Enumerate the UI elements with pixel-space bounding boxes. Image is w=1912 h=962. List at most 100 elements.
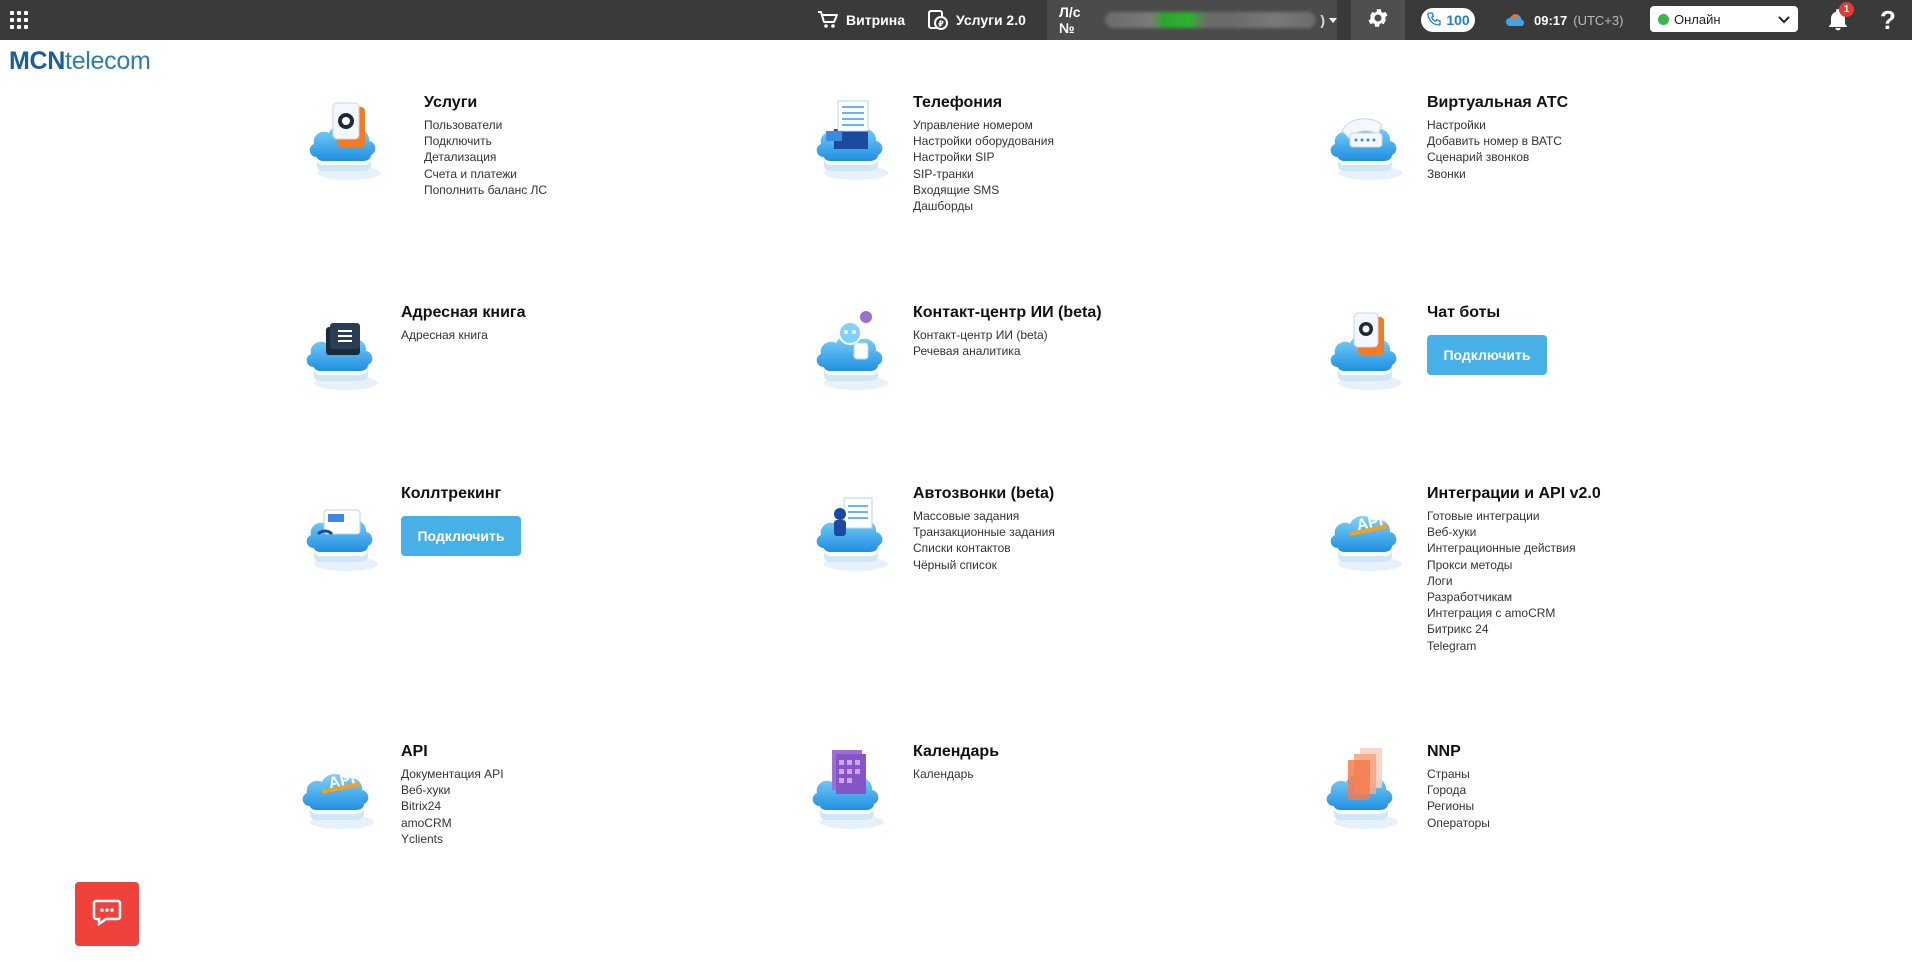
link-logs[interactable]: Логи — [1427, 573, 1601, 589]
link-integration-actions[interactable]: Интеграционные действия — [1427, 540, 1601, 556]
link-number-management[interactable]: Управление номером — [913, 117, 1054, 133]
chevron-down-icon — [1778, 12, 1790, 27]
link-topup-balance[interactable]: Пополнить баланс ЛС — [424, 182, 547, 198]
link-invoices[interactable]: Счета и платежи — [424, 166, 547, 182]
link-amocrm-integration[interactable]: Интеграция с amoCRM — [1427, 605, 1601, 621]
link-equipment-settings[interactable]: Настройки оборудования — [913, 133, 1054, 149]
account-suffix: ) — [1320, 12, 1325, 28]
link-regions[interactable]: Регионы — [1427, 798, 1490, 814]
section-links: Контакт-центр ИИ (beta) Речевая аналитик… — [913, 327, 1102, 359]
link-api-amocrm[interactable]: amoCRM — [401, 815, 504, 831]
link-cities[interactable]: Города — [1427, 782, 1490, 798]
section-title: Контакт-центр ИИ (beta) — [913, 304, 1102, 321]
link-api-docs[interactable]: Документация API — [401, 766, 504, 782]
section-nnp-body: NNP Страны Города Регионы Операторы — [1427, 742, 1490, 831]
section-title: Телефония — [913, 94, 1003, 111]
link-api-yclients[interactable]: Yclients — [401, 831, 504, 847]
notifications-button[interactable]: 1 — [1826, 2, 1854, 33]
services2-label: Услуги 2.0 — [956, 12, 1026, 28]
section-title: Интеграции и API v2.0 — [1427, 485, 1601, 502]
chatbots-connect-button[interactable]: Подключить — [1427, 335, 1547, 375]
vitrina-link[interactable]: Витрина — [817, 0, 905, 40]
status-value: Онлайн — [1674, 11, 1721, 27]
section-title: Услуги — [424, 94, 478, 111]
mcn-logo[interactable]: MCNtelecom — [9, 47, 151, 76]
calls-count: 100 — [1446, 12, 1470, 28]
status-select[interactable]: Онлайн — [1650, 6, 1798, 32]
account-selector[interactable]: Л/с № ) — [1047, 0, 1337, 40]
cloud-robot-icon — [816, 497, 888, 571]
section-title: Виртуальная АТС — [1427, 94, 1569, 111]
cloud-api-icon: API — [1330, 512, 1402, 571]
active-calls-counter[interactable]: 100 — [1421, 8, 1475, 32]
section-title: Автозвонки (beta) — [913, 485, 1055, 502]
bell-icon — [1826, 9, 1850, 37]
cloud-chat-icon — [1330, 312, 1402, 390]
link-dashboards[interactable]: Дашборды — [913, 198, 1054, 214]
link-ready-integrations[interactable]: Готовые интеграции — [1427, 508, 1601, 524]
services-doc-icon: ₽ — [927, 9, 949, 31]
link-webhooks[interactable]: Веб-хуки — [1427, 524, 1601, 540]
settings-button[interactable] — [1351, 0, 1405, 40]
link-api-webhooks[interactable]: Веб-хуки — [401, 782, 504, 798]
section-links: Документация API Веб-хуки Bitrix24 amoCR… — [401, 766, 504, 847]
section-links: Календарь — [913, 766, 999, 782]
top-bar: Витрина ₽ Услуги 2.0 Л/с № ) 100 09:17 (… — [0, 0, 1912, 40]
link-operators[interactable]: Операторы — [1427, 815, 1490, 831]
cloud-book-icon — [306, 323, 378, 390]
section-title: Чат боты — [1427, 304, 1501, 321]
link-transaction-tasks[interactable]: Транзакционные задания — [913, 524, 1055, 540]
svg-text:₽: ₽ — [938, 20, 944, 29]
caret-down-icon — [1329, 17, 1337, 23]
notifications-badge: 1 — [1839, 2, 1854, 17]
link-contact-lists[interactable]: Списки контактов — [913, 540, 1055, 556]
link-bitrix24[interactable]: Битрикс 24 — [1427, 621, 1601, 637]
phone-icon — [1426, 11, 1442, 30]
clock-timezone: (UTC+3) — [1573, 12, 1624, 28]
help-button[interactable]: ? — [1876, 0, 1900, 40]
online-dot-icon — [1658, 13, 1669, 25]
link-contactcenter-ai[interactable]: Контакт-центр ИИ (beta) — [913, 327, 1102, 343]
section-integrations-body: Интеграции и API v2.0 Готовые интеграции… — [1427, 484, 1601, 654]
link-addressbook[interactable]: Адресная книга — [401, 327, 525, 343]
link-calendar[interactable]: Календарь — [913, 766, 999, 782]
section-links: Управление номером Настройки оборудовани… — [913, 117, 1054, 214]
link-incoming-sms[interactable]: Входящие SMS — [913, 182, 1054, 198]
section-links: Настройки Добавить номер в ВАТС Сценарий… — [1427, 117, 1568, 182]
section-links: Массовые задания Транзакционные задания … — [913, 508, 1055, 573]
link-telegram[interactable]: Telegram — [1427, 638, 1601, 654]
cloud-layers-icon — [1326, 748, 1398, 829]
section-title: Адресная книга — [401, 304, 526, 321]
section-calendar-body: Календарь Календарь — [913, 742, 999, 782]
link-connect[interactable]: Подключить — [424, 133, 547, 149]
link-developers[interactable]: Разработчикам — [1427, 589, 1601, 605]
link-vats-settings[interactable]: Настройки — [1427, 117, 1568, 133]
link-sip-trunks[interactable]: SIP-транки — [913, 166, 1054, 182]
clock-time: 09:17 — [1534, 12, 1568, 28]
section-title: API — [401, 743, 428, 760]
vitrina-label: Витрина — [846, 12, 905, 28]
link-add-number-vats[interactable]: Добавить номер в ВАТС — [1427, 133, 1568, 149]
link-countries[interactable]: Страны — [1427, 766, 1490, 782]
link-calls[interactable]: Звонки — [1427, 166, 1568, 182]
link-call-scenario[interactable]: Сценарий звонков — [1427, 149, 1568, 165]
link-users[interactable]: Пользователи — [424, 117, 547, 133]
section-addressbook-body: Адресная книга Адресная книга — [401, 303, 525, 343]
support-chat-button[interactable] — [75, 882, 139, 946]
link-mass-tasks[interactable]: Массовые задания — [913, 508, 1055, 524]
cloud-phone-icon — [1330, 118, 1402, 180]
apps-grid-icon[interactable] — [8, 9, 30, 31]
link-api-bitrix24[interactable]: Bitrix24 — [401, 798, 504, 814]
services2-link[interactable]: ₽ Услуги 2.0 — [927, 0, 1026, 40]
calltracking-connect-button[interactable]: Подключить — [401, 516, 521, 556]
link-details[interactable]: Детализация — [424, 149, 547, 165]
link-proxy-methods[interactable]: Прокси методы — [1427, 557, 1601, 573]
link-speech-analytics[interactable]: Речевая аналитика — [913, 343, 1102, 359]
section-chatbots-body: Чат боты Подключить — [1427, 303, 1547, 375]
link-blacklist[interactable]: Чёрный список — [913, 557, 1055, 573]
section-contactcenter-body: Контакт-центр ИИ (beta) Контакт-центр ИИ… — [913, 303, 1102, 359]
section-title: NNP — [1427, 743, 1461, 760]
section-links: Страны Города Регионы Операторы — [1427, 766, 1490, 831]
logo-bold: MCN — [9, 47, 66, 75]
link-sip-settings[interactable]: Настройки SIP — [913, 149, 1054, 165]
